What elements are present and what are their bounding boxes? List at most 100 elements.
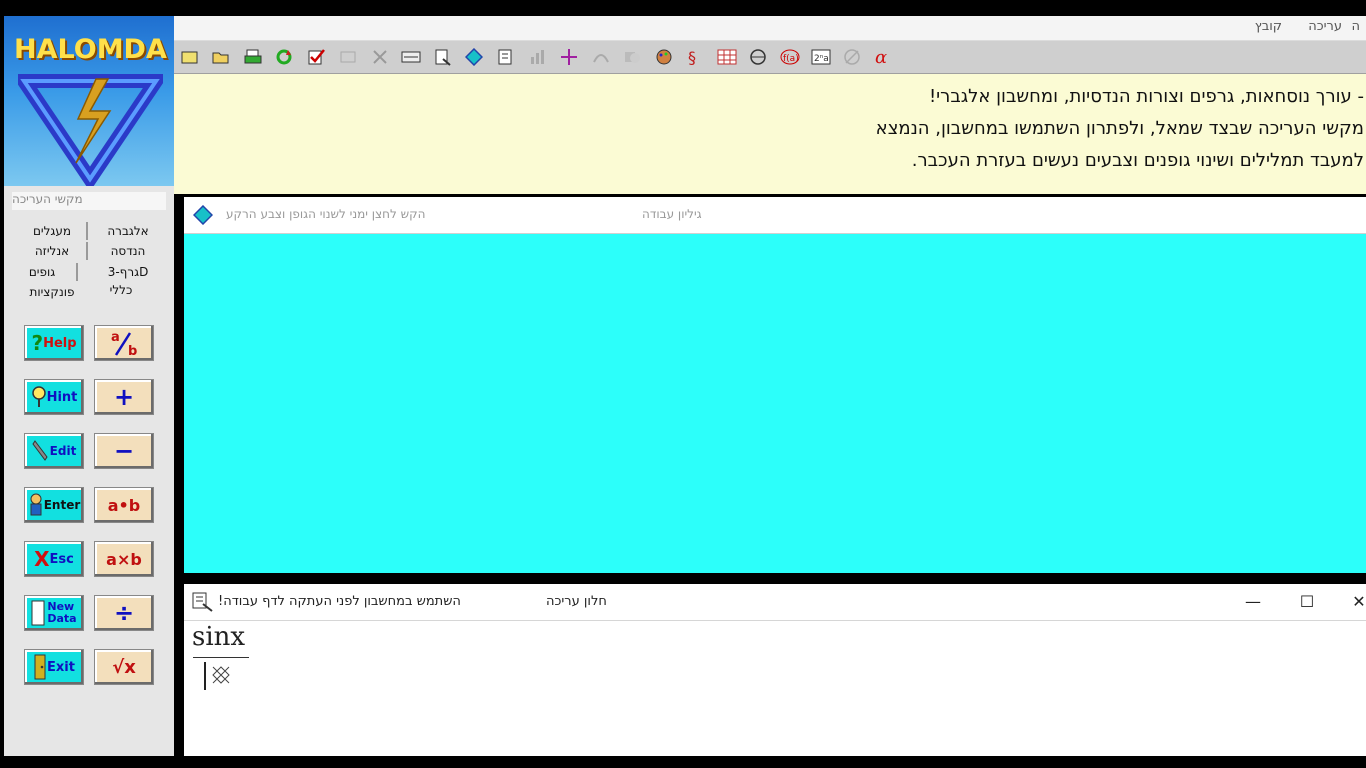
category-analysis[interactable]: אנליזה	[18, 242, 88, 260]
keyboard-icon[interactable]	[401, 47, 421, 67]
hint-label: Hint	[46, 389, 78, 405]
hint-button[interactable]: Hint	[24, 379, 84, 415]
maximize-icon[interactable]: ☐	[1294, 590, 1320, 614]
scissors-icon[interactable]	[370, 47, 390, 67]
worksheet[interactable]: הקש לחצן ימני לשנוי הגופן וצבע הרקע גילי…	[184, 197, 1366, 573]
toolbar: § f(a) 2ⁿa α	[174, 41, 1366, 74]
pencil-icon	[32, 440, 48, 461]
help-question-icon: ?	[31, 331, 44, 355]
banner-line-2: מקשי העריכה שבצד שמאל, ולפתרון השתמשו במ…	[875, 118, 1364, 139]
category-graph3d[interactable]: גרף-3D	[94, 263, 162, 281]
minus-label: −	[113, 437, 135, 465]
chart-disabled-icon[interactable]	[527, 47, 547, 67]
minimize-icon[interactable]: —	[1240, 590, 1266, 614]
multiply-cross-button[interactable]: a×b	[94, 541, 154, 577]
power-icon[interactable]: 2ⁿa	[811, 47, 831, 67]
svg-text:α: α	[875, 48, 887, 66]
worksheet-diamond-icon[interactable]	[193, 205, 213, 225]
symbol-icon[interactable]: §	[685, 47, 705, 67]
menu-bar: ה עריכה קובץ	[174, 16, 1366, 41]
worksheet-title-bar: הקש לחצן ימני לשנוי הגופן וצבע הרקע גילי…	[184, 197, 1366, 234]
refresh-icon[interactable]	[274, 47, 294, 67]
fraction-button[interactable]: a b	[94, 325, 154, 361]
menu-item-file[interactable]: קובץ	[1245, 16, 1288, 34]
sqrt-button[interactable]: √x	[94, 649, 154, 685]
fraction-bar	[193, 657, 249, 658]
svg-text:§: §	[688, 48, 696, 66]
category-circles[interactable]: מעגלים	[18, 222, 88, 240]
minus-button[interactable]: −	[94, 433, 154, 469]
help-label: Help	[43, 335, 77, 351]
help-button[interactable]: ? Help	[24, 325, 84, 361]
page-icon	[31, 600, 45, 626]
new-file-icon[interactable]	[180, 47, 200, 67]
graph-disabled-icon[interactable]	[591, 47, 611, 67]
fraction-icon: a b	[111, 330, 137, 357]
svg-text:f(a): f(a)	[783, 54, 799, 64]
multiply-dot-label: a•b	[107, 495, 141, 515]
sqrt-label: √x	[112, 656, 136, 678]
empty-set-icon[interactable]	[842, 47, 862, 67]
new-data-label-2: Data	[47, 612, 77, 625]
cut-disabled-icon[interactable]	[338, 47, 358, 67]
plus-button[interactable]: +	[94, 379, 154, 415]
banner-line-3: למעבד תמלילים ושינוי גופנים וצבעים נעשים…	[911, 150, 1364, 171]
print-icon[interactable]	[243, 47, 263, 67]
calculator-icon[interactable]	[433, 47, 453, 67]
esc-label: Esc	[49, 551, 74, 567]
esc-x-icon: X	[34, 547, 50, 571]
edit-label: Edit	[49, 444, 77, 458]
enter-button[interactable]: Enter	[24, 487, 84, 523]
svg-text:2ⁿa: 2ⁿa	[814, 54, 829, 64]
category-algebra[interactable]: אלגברה	[94, 222, 162, 240]
app-logo: HALOMDA	[4, 16, 174, 186]
divide-label: ÷	[113, 599, 135, 627]
person-icon	[30, 493, 42, 516]
close-icon[interactable]: ✕	[1346, 590, 1366, 614]
alpha-icon[interactable]: α	[873, 47, 893, 67]
logo-text: HALOMDA	[14, 34, 167, 65]
category-general[interactable]: כללי	[87, 281, 155, 299]
edit-window-title-bar: השתמש במחשבון לפני העתקה לדף עבודה! חלון…	[184, 584, 1366, 621]
edit-keys-panel: מקשי העריכה מעגלים אלגברה אנליזה הנדסה ג…	[4, 186, 174, 756]
document-pen-icon[interactable]	[496, 47, 516, 67]
fraction-numerator-text: sinx	[192, 622, 246, 652]
magnifier-icon	[31, 386, 46, 407]
text-cursor	[204, 662, 206, 690]
category-geometry[interactable]: הנדסה	[94, 242, 162, 260]
divide-button[interactable]: ÷	[94, 595, 154, 631]
fraction-denominator: b	[128, 344, 137, 357]
table-icon[interactable]	[717, 47, 737, 67]
empty-slot-icon[interactable]	[210, 664, 232, 686]
esc-button[interactable]: X Esc	[24, 541, 84, 577]
edit-window[interactable]: השתמש במחשבון לפני העתקה לדף עבודה! חלון…	[184, 584, 1366, 756]
fraction-numerator: a	[111, 330, 120, 345]
multiply-cross-label: a×b	[106, 549, 142, 569]
shapes-disabled-icon[interactable]	[622, 47, 642, 67]
multiply-dot-button[interactable]: a•b	[94, 487, 154, 523]
edit-window-title: חלון עריכה	[546, 594, 607, 609]
category-functions[interactable]: פונקציות	[18, 283, 86, 301]
open-folder-icon[interactable]	[211, 47, 231, 67]
check-icon[interactable]	[306, 47, 326, 67]
exit-button[interactable]: Exit	[24, 649, 84, 685]
worksheet-hint: הקש לחצן ימני לשנוי הגופן וצבע הרקע	[226, 207, 426, 221]
calculator-pen-icon[interactable]	[192, 592, 214, 612]
exit-label: Exit	[47, 659, 75, 675]
category-bodies[interactable]: גופים	[8, 263, 78, 281]
diamond-icon[interactable]	[464, 47, 484, 67]
menu-item-edit[interactable]: עריכה	[1298, 16, 1348, 34]
logo-triangle-icon	[18, 74, 163, 186]
info-banner: - עורך נוסחאות, גרפים וצורות הנדסיות, ומ…	[174, 74, 1366, 194]
worksheet-title: גיליון עבודה	[642, 207, 702, 221]
edit-button[interactable]: Edit	[24, 433, 84, 469]
new-data-button[interactable]: New Data	[24, 595, 84, 631]
function-circle-icon[interactable]	[748, 47, 768, 67]
edit-window-hint: השתמש במחשבון לפני העתקה לדף עבודה!	[218, 594, 461, 609]
enter-label: Enter	[43, 498, 81, 512]
plus-label: +	[113, 383, 135, 411]
axes-icon[interactable]	[559, 47, 579, 67]
palette-icon[interactable]	[654, 47, 674, 67]
fa-function-icon[interactable]: f(a)	[780, 47, 800, 67]
banner-line-1: - עורך נוסחאות, גרפים וצורות הנדסיות, ומ…	[928, 86, 1364, 107]
